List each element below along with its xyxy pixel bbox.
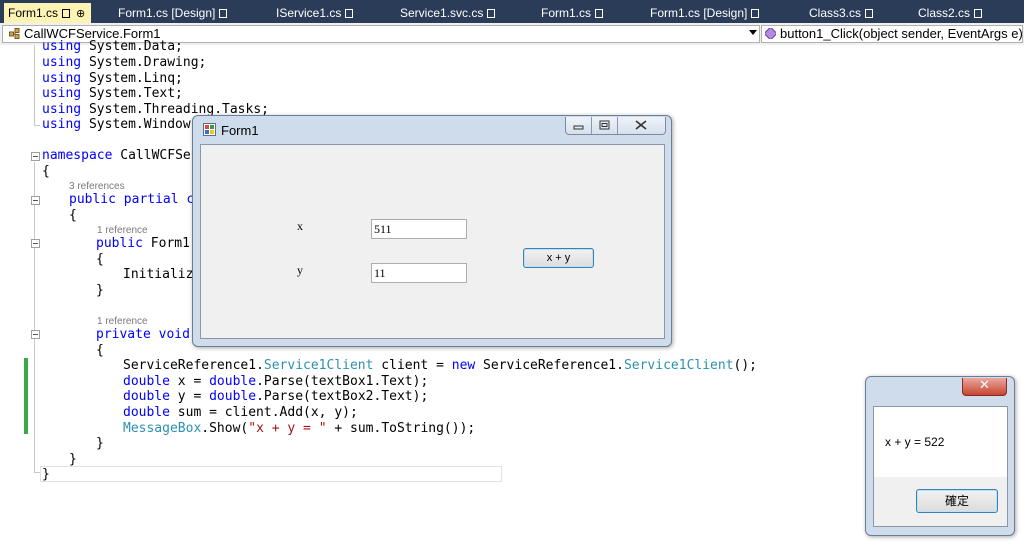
code-line: { — [96, 343, 104, 358]
code-line: } — [42, 467, 50, 482]
ok-button[interactable]: 確定 — [916, 489, 998, 513]
tab-label: Form1.cs [Design] — [118, 6, 216, 20]
current-line-highlight — [40, 466, 502, 482]
add-button[interactable]: x + y — [523, 248, 594, 268]
tab-class3[interactable]: Class3.cs — [809, 3, 874, 23]
code-line: double sum = client.Add(x, y); — [123, 405, 358, 420]
code-line: MessageBox.Show("x + y = " + sum.ToStrin… — [123, 421, 476, 436]
outline-guide — [34, 125, 40, 127]
outline-guide — [34, 162, 36, 472]
code-line: public Form1() — [96, 236, 206, 251]
code-line: using System.Windows.F — [42, 117, 215, 132]
lock-icon — [974, 9, 983, 18]
lock-icon — [865, 9, 874, 18]
tab-label: IService1.cs — [276, 6, 342, 20]
form1-title: Form1 — [221, 123, 259, 138]
textbox-x[interactable]: 511 — [371, 219, 467, 239]
code-line: namespace CallWCFServi — [42, 148, 215, 163]
lock-icon — [345, 9, 354, 18]
tab-service1-svc[interactable]: Service1.svc.cs — [400, 3, 496, 23]
form1-titlebar[interactable]: Form1 — [193, 116, 671, 144]
close-button[interactable] — [618, 117, 664, 134]
code-line: ServiceReference1.Service1Client client … — [123, 358, 758, 373]
maximize-button[interactable] — [592, 117, 618, 134]
minimize-button[interactable] — [566, 117, 592, 134]
maximize-icon — [599, 120, 610, 130]
tab-label: Form1.cs — [8, 6, 59, 20]
form1-window: Form1 x y 511 11 x + y — [192, 115, 672, 347]
message-box-footer: 確定 — [873, 477, 1008, 527]
member-dropdown-value: button1_Click(object sender, EventArgs e… — [780, 26, 1023, 41]
label-x: x — [297, 219, 303, 233]
lock-icon — [595, 9, 604, 18]
chevron-down-icon[interactable] — [749, 30, 757, 35]
tab-form1-cs-2[interactable]: Form1.cs — [541, 3, 604, 23]
form-app-icon — [203, 123, 216, 136]
textbox-y[interactable]: 11 — [371, 263, 467, 283]
tab-form1-design-2[interactable]: Form1.cs [Design] — [650, 3, 760, 23]
method-icon — [765, 28, 776, 39]
label-y: y — [297, 263, 303, 277]
collapse-class-toggle[interactable] — [31, 196, 40, 205]
tab-label: Service1.svc.cs — [400, 6, 484, 20]
code-line: { — [42, 164, 50, 179]
lock-icon — [219, 9, 228, 18]
close-icon — [635, 120, 647, 130]
code-line: public partial cla — [69, 192, 210, 207]
collapse-constructor-toggle[interactable] — [31, 239, 40, 248]
class-icon — [9, 28, 20, 39]
code-line: double y = double.Parse(textBox2.Text); — [123, 389, 429, 404]
tab-form1-design[interactable]: Form1.cs [Design] — [118, 3, 228, 23]
tab-class2[interactable]: Class2.cs — [918, 3, 983, 23]
message-box-body: x + y = 522 — [873, 406, 1008, 478]
outline-guide — [34, 45, 36, 125]
code-line: private void b — [96, 327, 206, 342]
tab-label: Class3.cs — [809, 6, 862, 20]
pin-icon[interactable]: ⊕ — [76, 8, 85, 20]
form1-client-area: x y 511 11 x + y — [200, 144, 665, 339]
tab-iservice1[interactable]: IService1.cs — [276, 3, 354, 23]
collapse-namespace-toggle[interactable] — [31, 152, 40, 161]
collapse-method-toggle[interactable] — [31, 330, 40, 339]
code-line: using System.Text; — [42, 86, 183, 101]
member-dropdown[interactable]: button1_Click(object sender, EventArgs e… — [761, 25, 1023, 43]
code-line: using System.Drawing; — [42, 55, 207, 70]
editor-gutter — [0, 45, 22, 558]
message-box: ✕ x + y = 522 確定 — [865, 376, 1015, 536]
code-line: } — [96, 283, 104, 298]
code-line: using System.Linq; — [42, 71, 183, 86]
changed-lines-indicator — [24, 358, 28, 434]
tab-label: Form1.cs [Design] — [650, 6, 748, 20]
code-line: { — [96, 252, 104, 267]
code-line: } — [96, 436, 104, 451]
minimize-icon — [573, 125, 584, 130]
code-line: } — [69, 452, 77, 467]
code-line: using System.Data; — [42, 39, 183, 54]
code-line: double x = double.Parse(textBox1.Text); — [123, 374, 429, 389]
code-line: Initialize — [123, 267, 202, 282]
message-text: x + y = 522 — [885, 435, 945, 449]
caption-buttons — [565, 117, 666, 135]
close-icon: ✕ — [979, 378, 990, 393]
tab-form1-cs[interactable]: Form1.cs ⊕ — [4, 3, 92, 23]
lock-icon — [751, 9, 760, 18]
tab-label: Class2.cs — [918, 6, 971, 20]
document-tab-strip: Form1.cs ⊕ Form1.cs [Design] IService1.cs… — [0, 0, 1024, 23]
lock-icon — [487, 9, 496, 18]
code-line: { — [69, 208, 77, 223]
message-box-close-button[interactable]: ✕ — [962, 378, 1007, 396]
tab-label: Form1.cs — [541, 6, 592, 20]
lock-icon — [62, 9, 71, 18]
